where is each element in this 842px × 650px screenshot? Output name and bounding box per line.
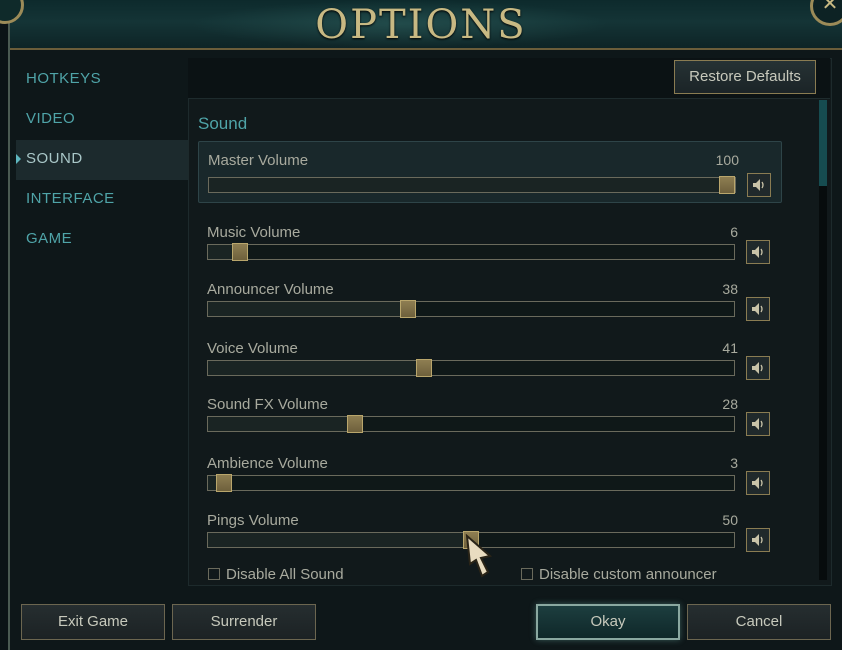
volume-label: Ambience Volume bbox=[207, 455, 328, 472]
nav-item-game[interactable]: GAME bbox=[16, 220, 188, 260]
volume-slider-fill bbox=[208, 302, 408, 316]
volume-label: Music Volume bbox=[207, 224, 301, 241]
volume-slider[interactable] bbox=[207, 300, 735, 318]
volume-label: Master Volume bbox=[208, 152, 309, 169]
nav-item-interface[interactable]: INTERFACE bbox=[16, 180, 188, 220]
surrender-button[interactable]: Surrender bbox=[172, 604, 316, 640]
volume-slider[interactable] bbox=[207, 359, 735, 377]
volume-slider-handle[interactable] bbox=[347, 415, 364, 433]
volume-slider[interactable] bbox=[208, 176, 736, 194]
nav-item-hotkeys[interactable]: HOTKEYS bbox=[16, 60, 188, 100]
speaker-icon[interactable] bbox=[746, 240, 770, 264]
disable-custom-announcer-checkbox[interactable] bbox=[521, 568, 533, 581]
disable-custom-announcer-label: Disable custom announcer bbox=[539, 566, 717, 583]
volume-slider-fill bbox=[208, 361, 424, 375]
volume-value: 3 bbox=[730, 455, 738, 471]
window-title: OPTIONS bbox=[315, 2, 527, 48]
volume-slider-handle[interactable] bbox=[231, 243, 248, 261]
volume-value: 38 bbox=[722, 281, 738, 297]
volume-slider[interactable] bbox=[207, 243, 735, 261]
volume-value: 6 bbox=[730, 224, 738, 240]
disable-all-sound-checkbox[interactable] bbox=[208, 568, 220, 581]
speaker-icon[interactable] bbox=[746, 528, 770, 552]
volume-slider-handle[interactable] bbox=[415, 359, 432, 377]
cancel-button[interactable]: Cancel bbox=[687, 604, 831, 640]
restore-defaults-button[interactable]: Restore Defaults bbox=[674, 60, 816, 94]
volume-value: 41 bbox=[722, 340, 738, 356]
okay-button[interactable]: Okay bbox=[536, 604, 680, 640]
volume-value: 50 bbox=[722, 512, 738, 528]
options-nav: HOTKEYS VIDEO SOUND INTERFACE GAME bbox=[16, 60, 188, 260]
volume-row: Master Volume 100 bbox=[198, 141, 782, 203]
mouse-pointer-icon bbox=[464, 533, 494, 585]
disable-custom-announcer-option[interactable]: Disable custom announcer bbox=[521, 566, 717, 583]
nav-item-video[interactable]: VIDEO bbox=[16, 100, 188, 140]
speaker-icon[interactable] bbox=[747, 173, 771, 197]
volume-slider-handle[interactable] bbox=[399, 300, 416, 318]
volume-row: Announcer Volume 38 bbox=[198, 271, 780, 331]
speaker-icon[interactable] bbox=[746, 356, 770, 380]
volume-row: Ambience Volume 3 bbox=[198, 445, 780, 505]
volume-row: Sound FX Volume 28 bbox=[198, 386, 780, 446]
volume-slider[interactable] bbox=[207, 474, 735, 492]
volume-label: Sound FX Volume bbox=[207, 396, 328, 413]
exit-game-button[interactable]: Exit Game bbox=[21, 604, 165, 640]
disable-all-sound-option[interactable]: Disable All Sound bbox=[208, 566, 344, 583]
volume-row: Music Volume 6 bbox=[198, 214, 780, 274]
volume-row: Voice Volume 41 bbox=[198, 330, 780, 390]
volume-slider-fill bbox=[209, 178, 735, 192]
speaker-icon[interactable] bbox=[746, 412, 770, 436]
volume-slider[interactable] bbox=[207, 415, 735, 433]
volume-label: Announcer Volume bbox=[207, 281, 334, 298]
volume-slider-fill bbox=[208, 417, 356, 431]
speaker-icon[interactable] bbox=[746, 471, 770, 495]
section-title-sound: Sound bbox=[198, 114, 248, 133]
volume-value: 100 bbox=[715, 152, 739, 168]
volume-slider-handle[interactable] bbox=[719, 176, 736, 194]
volume-label: Voice Volume bbox=[207, 340, 298, 357]
volume-label: Pings Volume bbox=[207, 512, 299, 529]
volume-slider-handle[interactable] bbox=[215, 474, 232, 492]
volume-value: 28 bbox=[722, 396, 738, 412]
volume-slider-fill bbox=[208, 533, 471, 547]
speaker-icon[interactable] bbox=[746, 297, 770, 321]
scrollbar-thumb[interactable] bbox=[819, 100, 827, 186]
nav-item-sound[interactable]: SOUND bbox=[16, 140, 188, 180]
disable-all-sound-label: Disable All Sound bbox=[226, 566, 344, 583]
